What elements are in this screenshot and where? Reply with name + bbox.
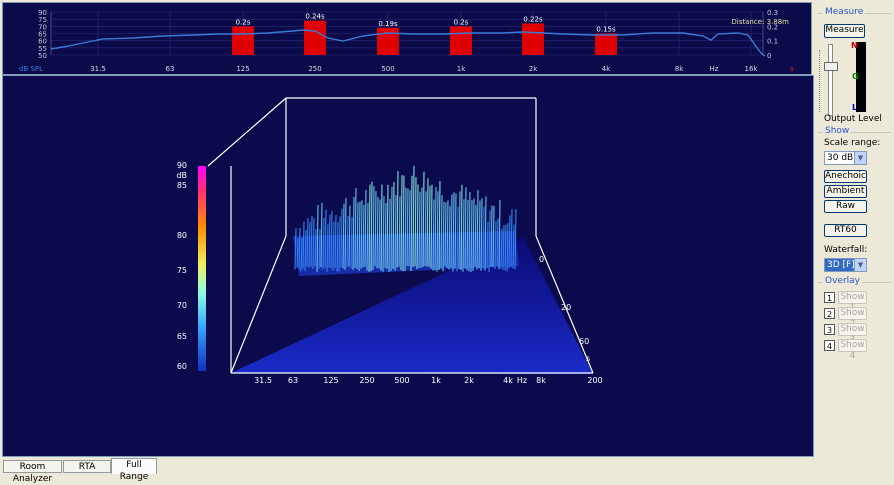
overlay-group-title: Overlay [823,276,862,286]
meter-g-label: G [852,72,859,81]
freq-tick: 500 [381,65,394,73]
output-level-track [828,44,833,116]
freq-tick: 31.5 [90,65,106,73]
db-tick: 60 [177,362,187,371]
freq-tick: 250 [308,65,321,73]
right-axis-tick: 0.1 [767,38,778,46]
tab-bar: Room Analyzer RTA Full Range [0,458,894,484]
overlay-show-3-button[interactable]: Show 3 [838,323,867,345]
overlay-show-1-button[interactable]: Show 1 [838,291,867,313]
overlay-show-4-button[interactable]: Show 4 [838,339,867,361]
tab-full-range[interactable]: Full Range [111,458,157,482]
waterfall-freq-tick: 31.5 [254,376,272,385]
left-axis-tick: 50 [38,52,47,60]
output-level-slider[interactable] [824,62,838,71]
ambient-button[interactable]: Ambient [824,185,867,198]
distance-readout: Distance: 3.88m [731,18,789,26]
scale-range-label: Scale range: [824,138,881,148]
waterfall-spikes [293,165,519,276]
waterfall-time-tick: 0 [539,255,544,264]
scale-range-select[interactable]: 30 dB ▼ [824,151,867,165]
rt60-bar [450,26,472,55]
right-axis-tick: 0 [767,52,771,60]
right-axis-tick: 0.3 [767,9,778,17]
db-color-scale [198,166,206,371]
control-sidebar: Measure Measure N G L Output Level Show … [815,2,893,457]
overlay-1-number: 1 [824,292,835,303]
rt60-bar [522,23,544,55]
output-level-label: Output Level [824,114,882,124]
freq-tick: 63 [166,65,175,73]
meter-n-label: N [851,41,858,50]
waterfall-freq-tick: 250 [359,376,374,385]
chevron-down-icon: ▼ [854,259,866,271]
waterfall-freq-tick: Hz [517,376,527,385]
overlay-2-number: 2 [824,308,835,319]
rt60-bar [304,20,326,56]
db-tick: 70 [177,301,187,310]
show-group-title: Show [823,126,852,136]
measure-group-title: Measure [823,7,866,17]
raw-button[interactable]: Raw [824,200,867,213]
meter-l-label: L [852,103,858,112]
waterfall-freq-tick: 4k [503,376,513,385]
waterfall-freq-tick: 200 [587,376,602,385]
waterfall-freq-tick: 1k [431,376,441,385]
db-tick: 65 [177,332,187,341]
db-tick: 85 [177,181,187,190]
response-chart-svg: 907570656055500.30.20.1031.5 63 125 250 500 1… [19,9,794,73]
waterfall-freq-tick: 2k [464,376,474,385]
freq-tick: 125 [236,65,249,73]
rt60-bar [595,33,617,55]
anechoic-button[interactable]: Anechoic [824,170,867,183]
response-chart: 90 75 70 65 60 55 50 0.3 0.2 0.1 0 31.5 63 125 250 500 1… [2,2,812,75]
waterfall-value: 3D [F] [827,260,855,270]
waterfall-chart: 90 85 80 75 70 65 60 dB 31.5 63 125 250 500 1k 2k 4k Hz… [2,75,814,457]
rt60-bar-label: 0.15s [596,26,616,34]
overlay-4-number: 4 [824,340,835,351]
x-end-label: s [790,65,794,73]
waterfall-freq-tick: 125 [323,376,338,385]
rt60-bar-label: 0.24s [305,13,325,21]
x-axis-label: dB SPL [19,65,43,73]
frequency-response-curve [50,29,766,57]
db-tick: 90 [177,161,187,170]
waterfall-time-tick: 60 [579,337,589,346]
rt60-bar [377,27,399,55]
freq-tick: Hz [710,65,719,73]
db-axis-label: dB [176,171,187,180]
db-tick: 80 [177,231,187,240]
tab-room-analyzer[interactable]: Room Analyzer [3,460,62,484]
tab-rta[interactable]: RTA [63,460,111,473]
waterfall-svg: 90 85 80 75 70 65 60 dB 31.5 63 125 250 500 1k 2k 4k Hz… [176,97,603,385]
measure-button[interactable]: Measure [824,24,865,38]
waterfall-freq-tick: 63 [288,376,298,385]
rt60-button[interactable]: RT60 [824,224,867,237]
waterfall-time-tick: 20 [561,303,571,312]
waterfall-select[interactable]: 3D [F] ▼ [824,258,867,272]
db-tick: 75 [177,266,187,275]
overlay-show-2-button[interactable]: Show 2 [838,307,867,329]
waterfall-time-tick: s [586,354,590,363]
freq-tick: 16k [745,65,759,73]
freq-tick: 2k [529,65,538,73]
freq-tick: 1k [457,65,466,73]
waterfall-label: Waterfall: [824,245,868,255]
chevron-down-icon: ▼ [854,152,866,164]
scale-range-value: 30 dB [827,153,854,163]
waterfall-freq-tick: 500 [394,376,409,385]
rt60-bar-label: 0.2s [454,18,469,26]
freq-tick: 4k [602,65,611,73]
overlay-3-number: 3 [824,324,835,335]
rt60-bar [232,26,254,55]
rt60-bar-label: 0.19s [378,20,398,28]
freq-tick: 8k [675,65,684,73]
waterfall-freq-tick: 8k [536,376,546,385]
rt60-bar-label: 0.22s [523,15,543,23]
rt60-bar-label: 0.2s [236,18,251,26]
